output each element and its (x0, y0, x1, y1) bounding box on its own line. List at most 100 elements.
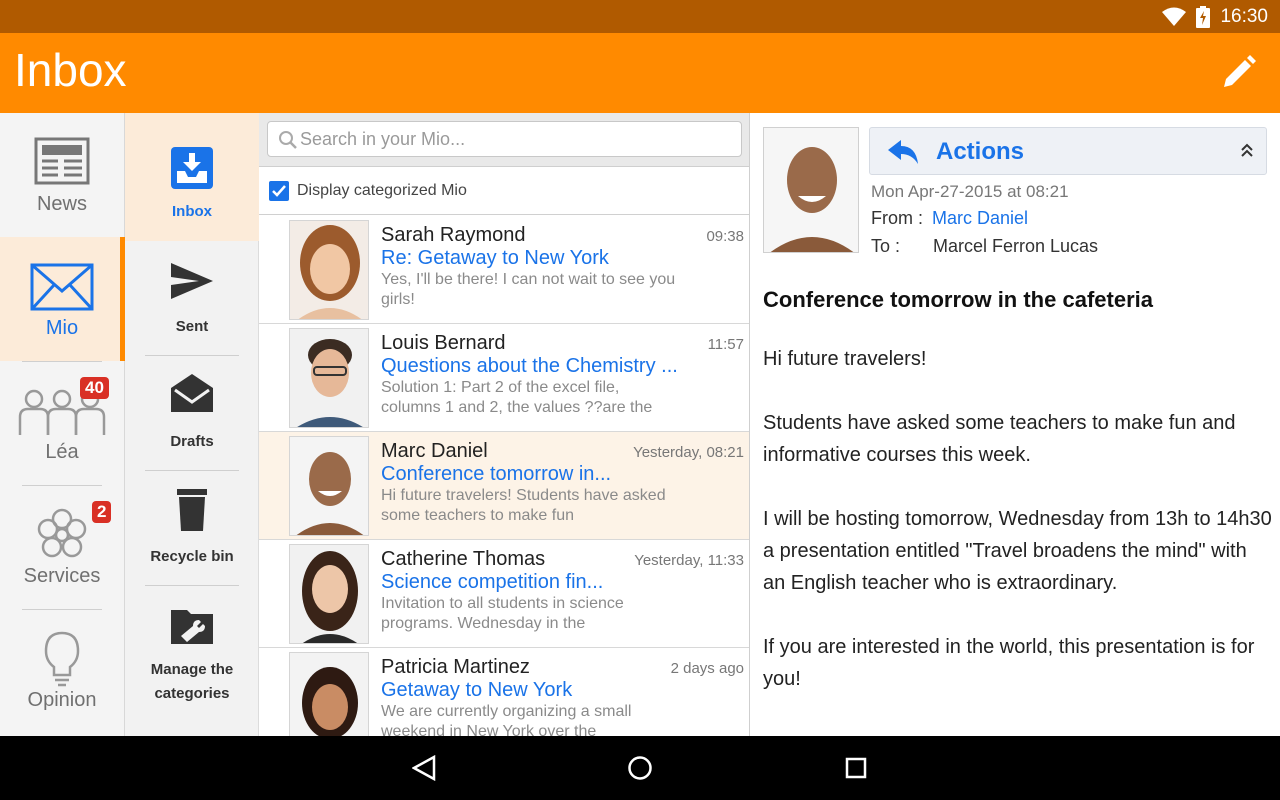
paper-plane-icon (171, 263, 213, 299)
sender-avatar (763, 127, 859, 253)
body-paragraph: If you are interested in the world, this… (763, 636, 1255, 690)
to-label: To : (871, 236, 901, 256)
folder-inbox[interactable]: Inbox (125, 113, 259, 241)
folder-label-drafts: Drafts (170, 433, 214, 450)
rail-label-services: Services (23, 565, 101, 587)
search-bar (259, 113, 749, 167)
message-time: Yesterday, 11:33 (634, 552, 744, 569)
checkmark-icon (272, 184, 286, 197)
status-icons: 16:30 (1162, 0, 1268, 33)
inbox-tray-icon (171, 147, 213, 189)
message-subject: Getaway to New York (381, 679, 573, 701)
folder-label-manage-line2: categories (154, 685, 230, 702)
avatar (289, 436, 369, 536)
folder-recycle-bin[interactable]: Recycle bin (125, 471, 259, 586)
message-preview: Yes, I'll be there! I can not wait to se… (381, 271, 676, 308)
message-preview: We are currently organizing a small week… (381, 703, 632, 736)
avatar (289, 652, 369, 736)
folder-label-inbox: Inbox (172, 203, 212, 220)
rail-label-news: News (36, 193, 87, 215)
flower-icon (37, 508, 87, 558)
rail-label-mio: Mio (45, 317, 79, 339)
search-box[interactable] (267, 121, 742, 157)
message-sender: Louis Bernard (381, 332, 506, 354)
services-badge: 2 (92, 501, 112, 523)
body-paragraph: Hi future travelers! (763, 348, 927, 370)
system-nav-bar (0, 736, 1280, 800)
home-circle-icon (628, 756, 652, 780)
message-preview: Solution 1: Part 2 of the excel file, co… (381, 379, 653, 416)
body-paragraph: Students have asked some teachers to mak… (763, 412, 1236, 466)
actions-bar[interactable]: Actions (869, 127, 1267, 175)
reply-icon (888, 140, 918, 164)
avatar (289, 544, 369, 644)
message-sender: Marc Daniel (381, 440, 488, 462)
rail-item-mio[interactable]: Mio (0, 237, 125, 361)
message-list: Display categorized Mio Sarah Raymond 09… (259, 113, 750, 736)
open-envelope-icon (171, 374, 213, 412)
search-input[interactable] (300, 122, 730, 156)
trash-icon (177, 489, 207, 531)
newspaper-icon (34, 137, 90, 185)
lightbulb-icon (44, 631, 80, 687)
message-date: Mon Apr-27-2015 at 08:21 (871, 182, 1069, 201)
message-preview: Invitation to all students in science pr… (381, 595, 624, 632)
message-subject: Re: Getaway to New York (381, 247, 609, 269)
message-row[interactable]: Louis Bernard 11:57 Questions about the … (259, 324, 749, 432)
message-row[interactable]: Patricia Martinez 2 days ago Getaway to … (259, 648, 749, 736)
avatar (289, 328, 369, 428)
pencil-icon (1224, 55, 1256, 87)
folder-sent[interactable]: Sent (125, 241, 259, 356)
section-rail: News Mio 40 Léa 2 Services Opinion (0, 113, 125, 736)
chevron-double-up-icon[interactable] (1240, 142, 1254, 158)
status-time: 16:30 (1220, 5, 1268, 27)
back-button[interactable] (408, 752, 440, 784)
categorized-checkbox[interactable] (269, 180, 289, 201)
categorized-label: Display categorized Mio (297, 181, 467, 199)
message-preview: Hi future travelers! Students have asked… (381, 487, 666, 524)
back-triangle-icon (412, 755, 436, 781)
folder-wrench-icon (171, 610, 213, 644)
compose-button[interactable] (1216, 51, 1260, 95)
search-icon (279, 131, 297, 149)
message-sender: Patricia Martinez (381, 656, 530, 678)
recents-button[interactable] (840, 752, 872, 784)
message-row[interactable]: Catherine Thomas Yesterday, 11:33 Scienc… (259, 540, 749, 648)
message-row[interactable]: Sarah Raymond 09:38 Re: Getaway to New Y… (259, 216, 749, 324)
message-time: 09:38 (706, 228, 744, 245)
from-value[interactable]: Marc Daniel (932, 208, 1028, 229)
battery-icon (1196, 5, 1211, 28)
message-row[interactable]: Marc Daniel Yesterday, 08:21 Conference … (259, 432, 749, 540)
message-title: Conference tomorrow in the cafeteria (763, 287, 1153, 312)
status-bar: 16:30 (0, 0, 1280, 33)
folder-list: Inbox Sent Drafts Recycle bin Manage the… (125, 113, 259, 736)
app-bar: Inbox (0, 33, 1280, 113)
rail-item-news[interactable]: News (0, 113, 124, 237)
rail-item-opinion[interactable]: Opinion (0, 609, 124, 733)
folder-drafts[interactable]: Drafts (125, 356, 259, 471)
to-value: Marcel Ferron Lucas (933, 236, 1099, 256)
from-label: From : (871, 208, 923, 228)
folder-label-sent: Sent (175, 318, 209, 335)
message-time: 11:57 (707, 336, 744, 353)
folder-label-recycle-bin: Recycle bin (150, 548, 234, 565)
message-subject: Science competition fin... (381, 571, 604, 593)
body-paragraph: I will be hosting tomorrow, Wednesday fr… (763, 508, 1272, 594)
rail-label-opinion: Opinion (27, 689, 97, 711)
message-subject: Conference tomorrow in... (381, 463, 612, 485)
message-body: Hi future travelers! Students have asked… (763, 343, 1273, 727)
reading-pane: Actions Mon Apr-27-2015 at 08:21 From : … (751, 113, 1280, 736)
rail-item-services[interactable]: 2 Services (0, 485, 124, 609)
page-title: Inbox (14, 44, 127, 96)
rail-item-lea[interactable]: 40 Léa (0, 361, 124, 485)
lea-badge: 40 (80, 377, 109, 399)
actions-label: Actions (936, 138, 1025, 165)
categorized-toggle-row[interactable]: Display categorized Mio (259, 167, 749, 215)
folder-label-manage-line1: Manage the (150, 661, 234, 678)
home-button[interactable] (624, 752, 656, 784)
message-sender: Catherine Thomas (381, 548, 546, 570)
folder-manage-categories[interactable]: Manage the categories (125, 586, 259, 736)
avatar (289, 220, 369, 320)
envelope-icon (30, 263, 94, 311)
recents-square-icon (845, 757, 867, 779)
